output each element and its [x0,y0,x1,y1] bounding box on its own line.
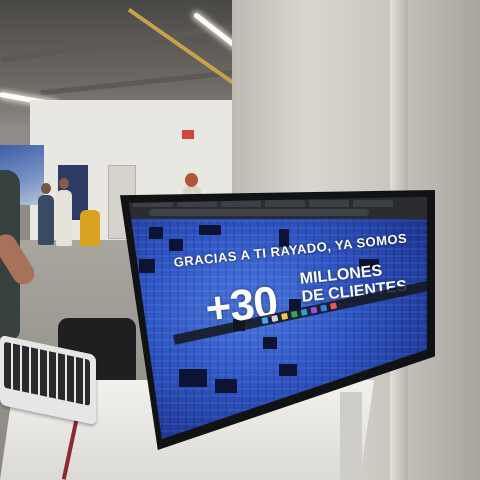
mosaic-tile [169,239,183,251]
mosaic-tile [149,227,163,239]
mosaic-tile [279,364,297,376]
app-icon[interactable] [329,302,338,310]
keyboard-keys[interactable] [4,341,90,406]
person-head [59,178,69,189]
file-explorer-icon[interactable] [281,312,289,320]
store-icon[interactable] [310,306,318,314]
browser-tab[interactable] [265,200,305,207]
mail-icon[interactable] [320,304,328,312]
table-side [340,392,362,480]
exit-sign [182,130,194,139]
person [80,210,100,246]
mosaic-tile [199,225,221,235]
person-head [41,183,51,194]
mosaic-tile [215,379,237,393]
scene: GRACIAS A TI RAYADO, YA SOMOS +30 MILLON… [0,0,480,480]
person-head [185,173,198,187]
mosaic-tile [179,369,207,387]
address-bar[interactable] [149,209,369,216]
person [56,190,72,246]
ceiling-beam [0,23,240,63]
search-icon[interactable] [271,314,279,323]
browser-icon[interactable] [290,310,298,318]
browser-tab[interactable] [353,200,393,207]
edge-icon[interactable] [300,308,308,316]
browser-tab[interactable] [309,200,349,207]
mosaic-tile [139,259,155,273]
ceiling-pipe [127,8,237,86]
ceiling-beam [40,69,240,96]
person [38,195,54,245]
windows-start-icon[interactable] [261,316,269,325]
mosaic-tile [263,337,277,349]
